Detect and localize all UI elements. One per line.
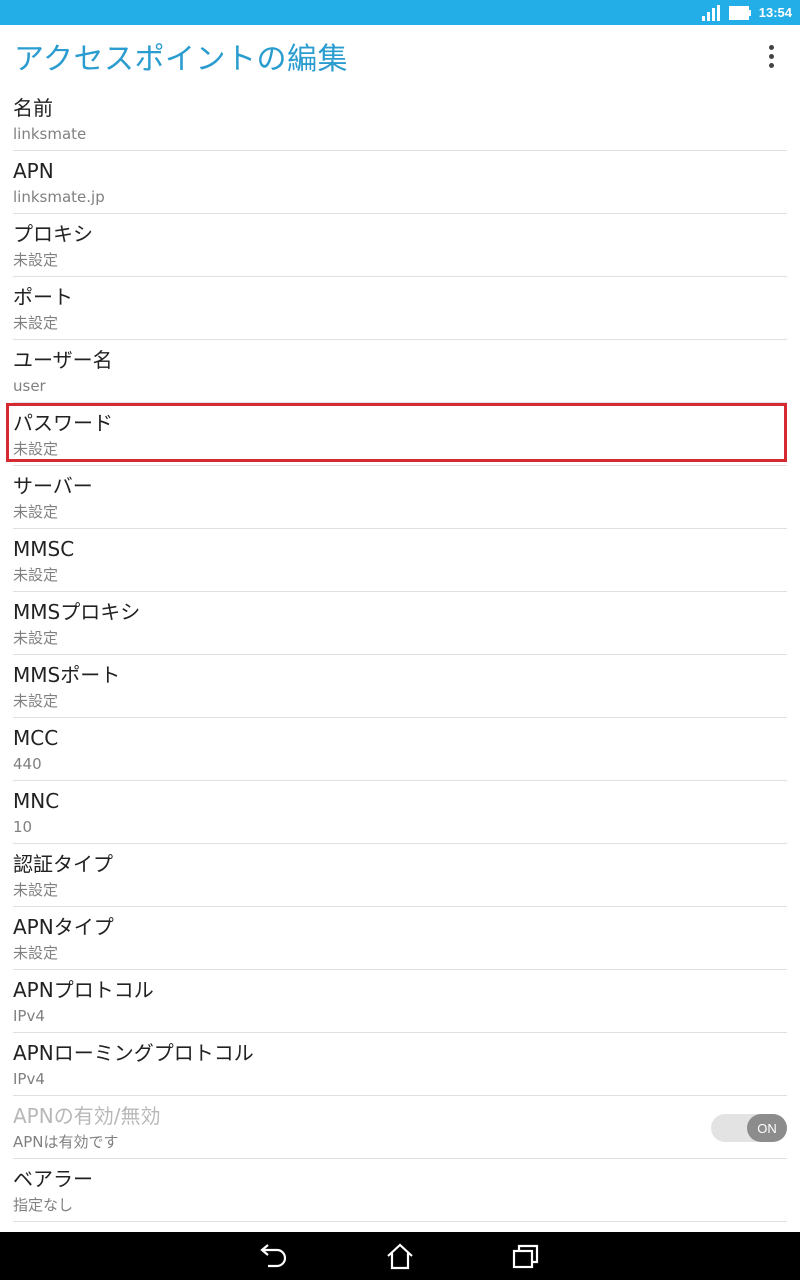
setting-proxy[interactable]: プロキシ 未設定 xyxy=(13,214,787,277)
apn-settings-list: 名前 linksmate APN linksmate.jp プロキシ 未設定 ポ… xyxy=(6,88,787,1222)
setting-value: 10 xyxy=(13,818,33,836)
setting-value: 440 xyxy=(13,755,42,773)
setting-mmsc[interactable]: MMSC 未設定 xyxy=(13,529,787,592)
setting-value: 未設定 xyxy=(13,251,59,269)
setting-label: MMSプロキシ xyxy=(13,600,141,624)
setting-label: MMSC xyxy=(13,537,75,561)
setting-apn-type[interactable]: APNタイプ 未設定 xyxy=(13,907,787,970)
setting-value: 指定なし xyxy=(13,1196,74,1214)
setting-label: APN xyxy=(13,159,54,183)
setting-value: 未設定 xyxy=(13,629,59,647)
navigation-bar xyxy=(0,1232,800,1280)
setting-value: 未設定 xyxy=(13,566,59,584)
status-bar: 13:54 xyxy=(0,0,800,25)
setting-password[interactable]: パスワード 未設定 xyxy=(6,403,787,466)
recent-apps-button[interactable] xyxy=(508,1238,544,1274)
setting-mms-proxy[interactable]: MMSプロキシ 未設定 xyxy=(13,592,787,655)
setting-apn[interactable]: APN linksmate.jp xyxy=(13,151,787,214)
setting-label: プロキシ xyxy=(13,222,93,246)
apn-enable-toggle[interactable]: ON xyxy=(711,1114,787,1142)
setting-mms-port[interactable]: MMSポート 未設定 xyxy=(13,655,787,718)
page-title: アクセスポイントの編集 xyxy=(14,42,348,77)
battery-icon xyxy=(728,5,751,20)
home-icon xyxy=(387,1243,413,1270)
setting-mcc[interactable]: MCC 440 xyxy=(13,718,787,781)
setting-label: パスワード xyxy=(13,411,113,435)
setting-value: 未設定 xyxy=(13,692,59,710)
setting-label: APNタイプ xyxy=(13,915,114,939)
status-time: 13:54 xyxy=(758,5,792,20)
setting-label: MCC xyxy=(13,726,59,750)
setting-apn-roaming-protocol[interactable]: APNローミングプロトコル IPv4 xyxy=(13,1033,787,1096)
setting-label: APNの有効/無効 xyxy=(13,1104,161,1128)
back-icon xyxy=(260,1244,287,1268)
setting-value: IPv4 xyxy=(13,1007,45,1025)
setting-value: APNは有効です xyxy=(13,1133,119,1151)
setting-value: 未設定 xyxy=(13,944,59,962)
app-bar: アクセスポイントの編集 xyxy=(0,25,800,87)
signal-icon xyxy=(701,4,720,21)
setting-value: linksmate.jp xyxy=(13,188,105,206)
setting-label: 名前 xyxy=(13,96,53,120)
recent-apps-icon xyxy=(512,1244,539,1269)
setting-name[interactable]: 名前 linksmate xyxy=(13,88,787,151)
setting-label: ユーザー名 xyxy=(13,348,113,372)
home-button[interactable] xyxy=(382,1238,418,1274)
setting-bearer[interactable]: ベアラー 指定なし xyxy=(13,1159,787,1222)
setting-label: 認証タイプ xyxy=(13,852,113,876)
setting-label: サーバー xyxy=(13,474,93,498)
setting-value: IPv4 xyxy=(13,1070,45,1088)
setting-value: 未設定 xyxy=(13,881,59,899)
setting-label: MMSポート xyxy=(13,663,121,687)
setting-value: 未設定 xyxy=(13,503,59,521)
toggle-knob: ON xyxy=(747,1114,787,1142)
setting-server[interactable]: サーバー 未設定 xyxy=(13,466,787,529)
setting-label: APNプロトコル xyxy=(13,978,154,1002)
setting-label: MNC xyxy=(13,789,60,813)
setting-label: APNローミングプロトコル xyxy=(13,1041,254,1065)
more-options-icon[interactable] xyxy=(756,36,786,76)
setting-apn-enable[interactable]: APNの有効/無効 APNは有効です ON xyxy=(13,1096,787,1159)
setting-label: ベアラー xyxy=(13,1167,93,1191)
setting-port[interactable]: ポート 未設定 xyxy=(13,277,787,340)
setting-value: linksmate xyxy=(13,125,87,143)
setting-value: 未設定 xyxy=(13,440,59,458)
setting-auth-type[interactable]: 認証タイプ 未設定 xyxy=(13,844,787,907)
setting-label: ポート xyxy=(13,285,73,309)
setting-value: user xyxy=(13,377,46,395)
setting-mnc[interactable]: MNC 10 xyxy=(13,781,787,844)
back-button[interactable] xyxy=(256,1238,292,1274)
setting-apn-protocol[interactable]: APNプロトコル IPv4 xyxy=(13,970,787,1033)
setting-username[interactable]: ユーザー名 user xyxy=(13,340,787,403)
setting-value: 未設定 xyxy=(13,314,59,332)
